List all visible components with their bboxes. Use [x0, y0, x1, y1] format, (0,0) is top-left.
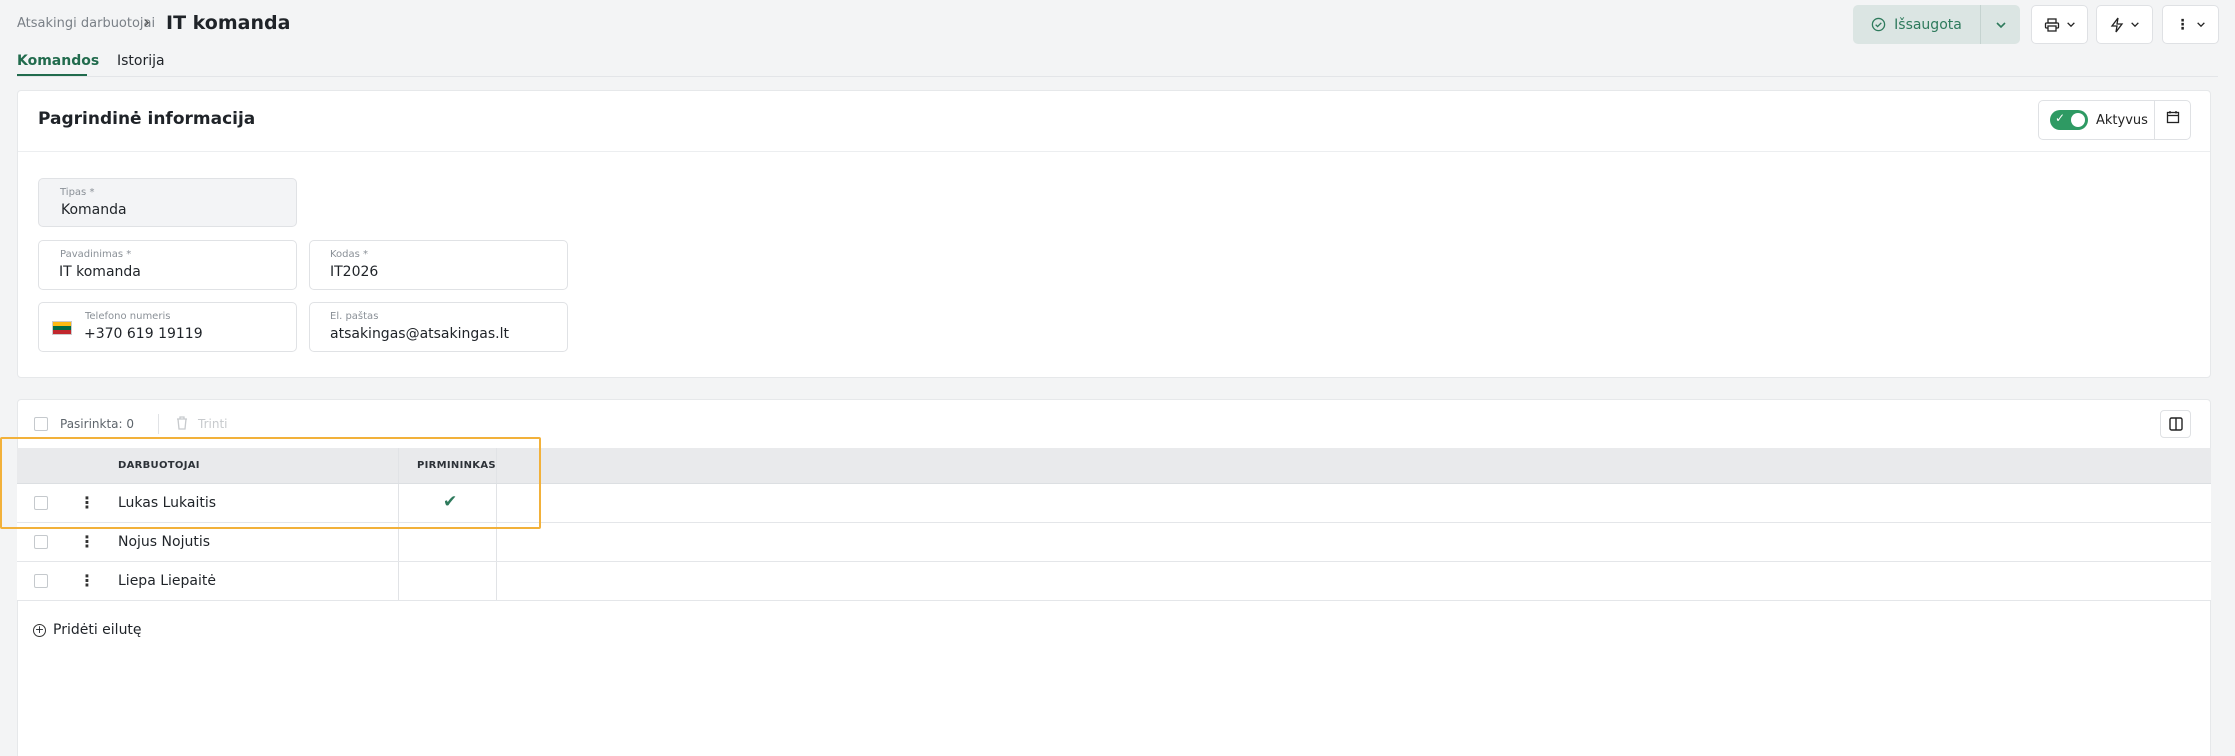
- columns-toggle-button[interactable]: [2160, 410, 2191, 438]
- page-title: IT komanda: [166, 12, 291, 34]
- save-label: Išsaugota: [1894, 16, 1962, 33]
- print-button[interactable]: [2031, 5, 2088, 44]
- code-value: IT2026: [330, 264, 379, 280]
- code-field[interactable]: Kodas * IT2026: [309, 240, 568, 290]
- select-all-checkbox[interactable]: [34, 417, 48, 431]
- chevron-down-icon: [2130, 22, 2139, 28]
- tab-komandos[interactable]: Komandos: [17, 53, 99, 69]
- tab-istorija[interactable]: Istorija: [117, 53, 165, 69]
- name-field[interactable]: Pavadinimas * IT komanda: [38, 240, 297, 290]
- active-toggle-group: ✓ Aktyvus: [2038, 100, 2191, 140]
- check-circle-icon: [1871, 17, 1886, 32]
- type-label: Tipas *: [60, 187, 95, 198]
- row-menu-icon[interactable]: ⋮: [79, 571, 95, 590]
- phone-label: Telefono numeris: [85, 311, 171, 322]
- add-row-label: Pridėti eilutę: [53, 622, 142, 638]
- phone-value: +370 619 19119: [84, 326, 203, 342]
- row-checkbox[interactable]: [34, 535, 48, 549]
- employee-name: Nojus Nojutis: [118, 534, 211, 550]
- name-value: IT komanda: [59, 264, 141, 280]
- delete-button[interactable]: Trinti: [198, 417, 227, 431]
- selected-count: Pasirinkta: 0: [60, 417, 135, 431]
- add-row-button[interactable]: + Pridėti eilutę: [33, 622, 142, 638]
- employee-name: Liepa Liepaitė: [118, 573, 216, 589]
- active-toggle[interactable]: ✓: [2050, 110, 2088, 130]
- chevron-right-icon: ›: [143, 12, 151, 33]
- printer-icon: [2044, 17, 2059, 32]
- row-menu-icon[interactable]: ⋮: [79, 532, 95, 551]
- phone-field[interactable]: Telefono numeris +370 619 19119: [38, 302, 297, 352]
- toolbar-divider: [158, 414, 159, 434]
- tabs-divider: [17, 76, 2218, 77]
- card-divider: [18, 151, 2210, 152]
- more-options-button[interactable]: ⋮: [2162, 5, 2219, 44]
- lightning-icon: [2110, 17, 2123, 32]
- plus-circle-icon: +: [33, 622, 46, 637]
- code-label: Kodas *: [330, 249, 369, 260]
- save-button[interactable]: Išsaugota: [1853, 5, 1981, 44]
- chevron-down-icon: [2066, 22, 2075, 28]
- type-field[interactable]: Tipas * Komanda: [38, 178, 297, 227]
- trash-icon[interactable]: [175, 415, 189, 435]
- email-field[interactable]: El. paštas atsakingas@atsakingas.lt: [309, 302, 568, 352]
- email-value: atsakingas@atsakingas.lt: [330, 326, 509, 342]
- highlight-box: [0, 437, 541, 529]
- breadcrumb[interactable]: Atsakingi darbuotojai: [17, 16, 155, 31]
- table-row[interactable]: ⋮ Liepa Liepaitė: [17, 562, 2211, 601]
- calendar-icon[interactable]: [2166, 110, 2180, 128]
- save-status-button[interactable]: Išsaugota: [1853, 5, 2020, 44]
- basic-info-title: Pagrindinė informacija: [38, 109, 256, 129]
- check-icon: ✓: [2055, 111, 2066, 125]
- kebab-icon: ⋮: [2175, 16, 2190, 33]
- active-label: Aktyvus: [2096, 112, 2148, 128]
- row-checkbox[interactable]: [34, 574, 48, 588]
- chevron-down-icon: [2196, 22, 2205, 28]
- email-label: El. paštas: [330, 311, 379, 322]
- name-label: Pavadinimas *: [60, 249, 132, 260]
- columns-icon: [2168, 417, 2183, 431]
- actions-button[interactable]: [2096, 5, 2153, 44]
- type-value: Komanda: [61, 202, 127, 218]
- lithuania-flag-icon[interactable]: [52, 321, 72, 335]
- chevron-down-icon[interactable]: [1981, 21, 2020, 29]
